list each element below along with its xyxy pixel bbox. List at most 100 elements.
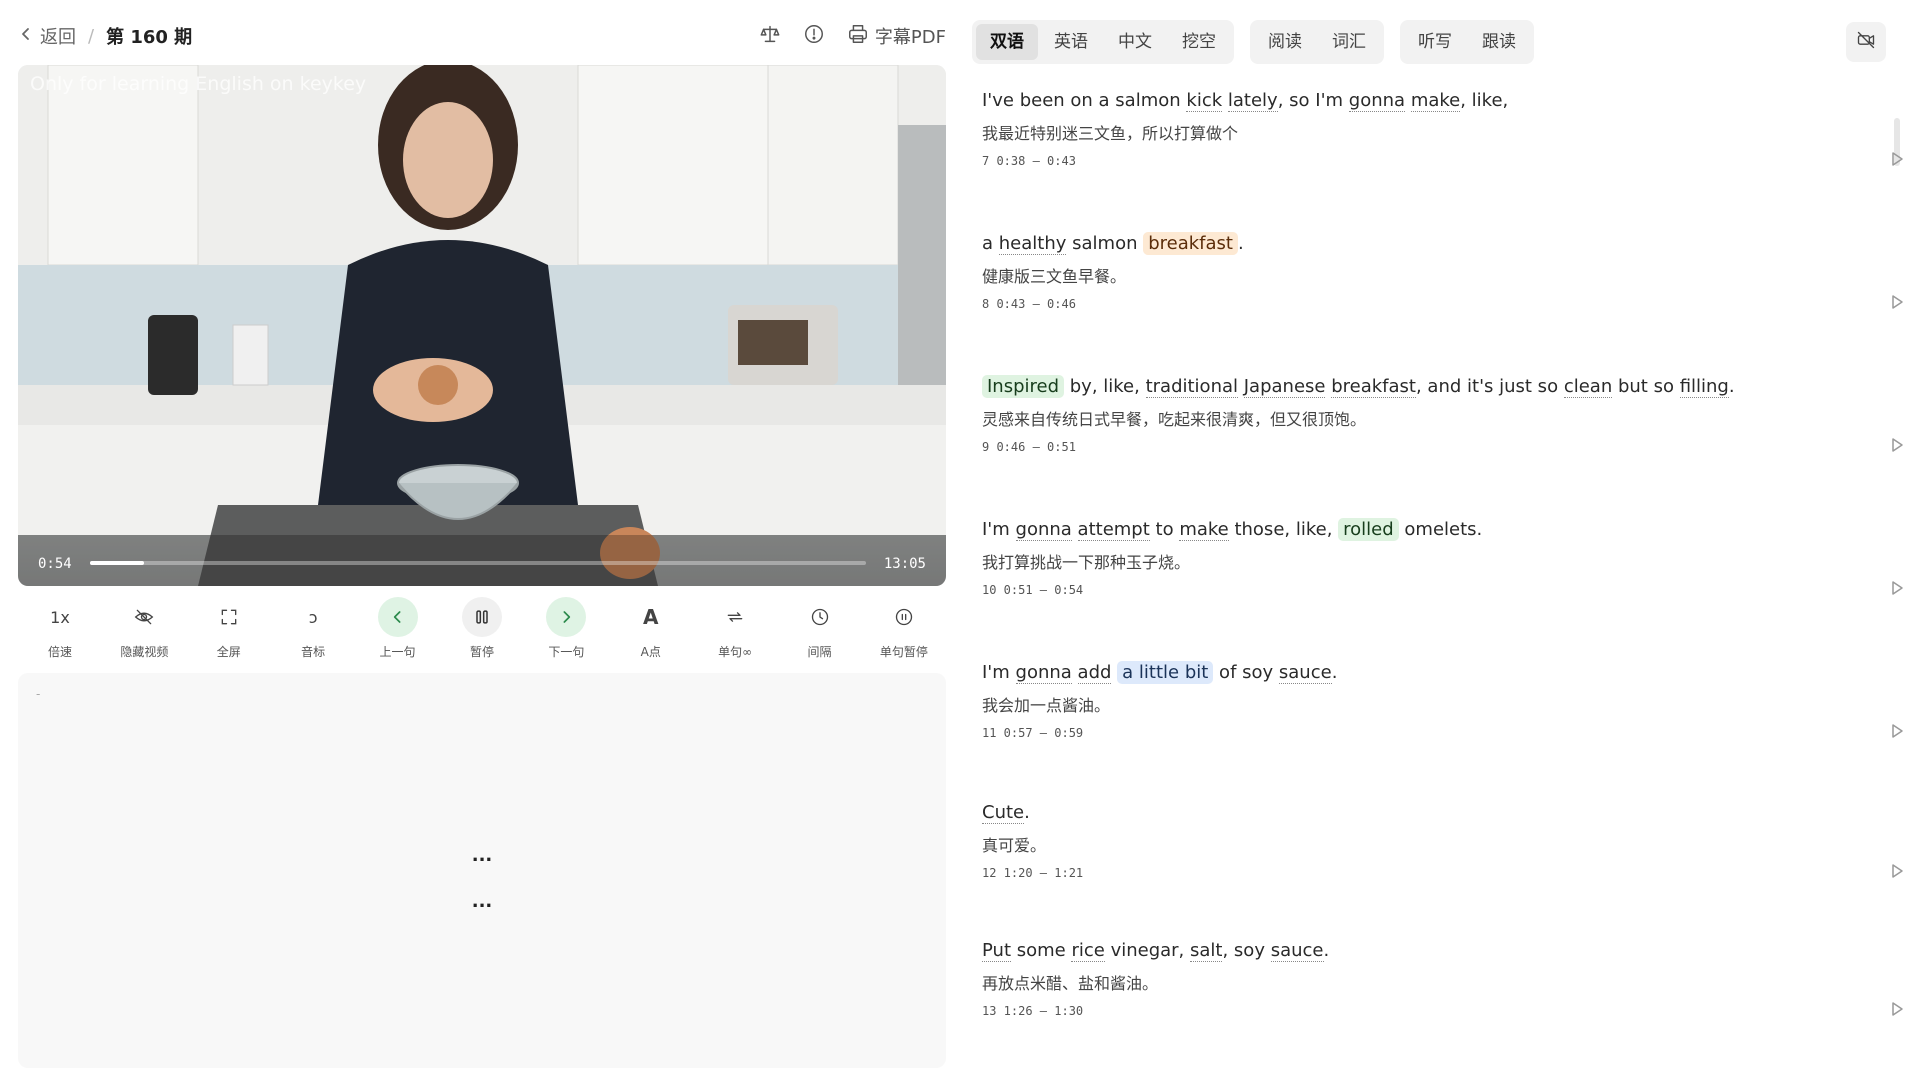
subtitle-chinese: 再放点米醋、盐和酱油。 bbox=[982, 974, 1159, 993]
subtitle-text bbox=[1072, 519, 1078, 540]
subtitle-text: vinegar, bbox=[1104, 940, 1191, 961]
next-sentence-button[interactable]: 下一句 bbox=[524, 597, 608, 663]
subtitle-text: a bbox=[982, 233, 999, 254]
tab-dictation[interactable]: 听写 bbox=[1404, 24, 1466, 60]
subtitle-item[interactable]: Inspired by, like, traditional Japanese … bbox=[982, 374, 1903, 514]
play-icon[interactable] bbox=[1888, 722, 1908, 742]
tab-vocabulary[interactable]: 词汇 bbox=[1318, 24, 1380, 60]
tab-chinese[interactable]: 中文 bbox=[1104, 24, 1166, 60]
play-icon[interactable] bbox=[1888, 579, 1908, 599]
vocab-word[interactable]: rice bbox=[1071, 940, 1105, 962]
back-label: 返回 bbox=[40, 27, 76, 48]
vocab-word[interactable]: Japanese bbox=[1243, 376, 1326, 398]
balance-icon[interactable] bbox=[759, 23, 781, 49]
vocab-word[interactable]: Cute bbox=[982, 802, 1025, 824]
chevron-left-icon bbox=[377, 597, 418, 637]
vocab-word[interactable]: lately bbox=[1227, 90, 1278, 112]
sentence-pause-button[interactable]: 单句暂停 bbox=[862, 597, 946, 663]
notes-ellipsis: ... bbox=[471, 891, 493, 912]
subtitle-chinese: 灵感来自传统日式早餐，吃起来很清爽，但又很顶饱。 bbox=[982, 410, 1367, 429]
subtitle-item[interactable]: I've been on a salmon kick lately, so I'… bbox=[982, 88, 1903, 228]
vocab-word[interactable]: add bbox=[1077, 662, 1112, 684]
vocab-word[interactable]: gonna bbox=[1015, 662, 1072, 684]
highlighted-phrase[interactable]: rolled bbox=[1338, 518, 1399, 541]
subtitle-text bbox=[1238, 376, 1244, 397]
chevron-left-icon bbox=[18, 26, 34, 47]
subtitle-text: of soy bbox=[1213, 662, 1279, 683]
tab-english[interactable]: 英语 bbox=[1040, 24, 1102, 60]
previous-sentence-button[interactable]: 上一句 bbox=[356, 597, 440, 663]
highlighted-phrase[interactable]: Inspired bbox=[982, 375, 1065, 398]
subtitle-item[interactable]: a healthy salmon breakfast. 健康版三文鱼早餐。 8 0:… bbox=[982, 231, 1903, 371]
subtitle-item[interactable]: I'm gonna add a little bit of soy sauce.… bbox=[982, 660, 1903, 800]
hide-video-button[interactable]: 隐藏视频 bbox=[102, 597, 186, 663]
vocab-word[interactable]: sauce bbox=[1270, 940, 1324, 962]
vocab-word[interactable]: Put bbox=[982, 940, 1012, 962]
subtitle-text: salmon bbox=[1066, 233, 1144, 254]
subtitle-text bbox=[1222, 90, 1228, 111]
vocab-word[interactable]: clean bbox=[1563, 376, 1613, 398]
play-icon[interactable] bbox=[1888, 1000, 1908, 1020]
tab-shadowing[interactable]: 跟读 bbox=[1468, 24, 1530, 60]
subtitle-item[interactable]: I'm gonna attempt to make those, like, r… bbox=[982, 517, 1903, 657]
printer-icon bbox=[847, 23, 869, 50]
vocab-word[interactable]: kick bbox=[1186, 90, 1223, 112]
vocab-word[interactable]: gonna bbox=[1348, 90, 1406, 112]
subtitle-text: those, like, bbox=[1228, 519, 1339, 540]
vocab-word[interactable]: healthy bbox=[998, 233, 1067, 255]
subtitle-item[interactable]: Put some rice vinegar, salt, soy sauce. 再… bbox=[982, 938, 1903, 1078]
phonetic-button[interactable]: ɔ 音标 bbox=[271, 597, 355, 663]
video-watermark: Only for learning English on keykey bbox=[30, 73, 367, 95]
playback-controls: 1x 倍速 隐藏视频 全屏 ɔ 音标 上一句 暂停 下一句 A A点 单句∞ 间… bbox=[18, 597, 946, 663]
speed-button[interactable]: 1x 倍速 bbox=[18, 597, 102, 663]
subtitle-text: I've been on a salmon bbox=[982, 90, 1187, 111]
vocab-word[interactable]: sauce bbox=[1278, 662, 1332, 684]
vocab-word[interactable]: make bbox=[1410, 90, 1461, 112]
fullscreen-button[interactable]: 全屏 bbox=[187, 597, 271, 663]
back-button[interactable]: 返回 bbox=[18, 23, 76, 49]
play-icon[interactable] bbox=[1888, 293, 1908, 313]
highlighted-phrase[interactable]: breakfast bbox=[1143, 232, 1238, 255]
subtitle-text bbox=[1405, 90, 1411, 111]
info-icon[interactable] bbox=[803, 23, 825, 49]
episode-title: 第 160 期 bbox=[106, 27, 193, 48]
subtitle-text: some bbox=[1011, 940, 1072, 961]
sentence-loop-button[interactable]: 单句∞ bbox=[693, 597, 777, 663]
vocab-word[interactable]: breakfast bbox=[1331, 376, 1416, 398]
video-player[interactable]: Only for learning English on keykey 0:54… bbox=[18, 65, 946, 586]
tab-bilingual[interactable]: 双语 bbox=[976, 24, 1038, 60]
previous-sentence-label: 上一句 bbox=[379, 645, 416, 659]
fullscreen-label: 全屏 bbox=[216, 645, 241, 659]
sentence-loop-label: 单句∞ bbox=[718, 645, 753, 659]
subtitle-item[interactable]: Cute. 真可爱。 12 1:20 – 1:21 bbox=[982, 800, 1903, 940]
play-icon[interactable] bbox=[1888, 150, 1908, 170]
interval-button[interactable]: 间隔 bbox=[778, 597, 862, 663]
vocab-word[interactable]: attempt bbox=[1077, 519, 1150, 541]
highlighted-phrase[interactable]: a little bit bbox=[1117, 661, 1214, 684]
subtitle-text: , so I'm bbox=[1277, 90, 1349, 111]
subtitle-text: . bbox=[1024, 802, 1030, 823]
notes-ellipsis: ... bbox=[471, 845, 493, 866]
subtitle-pdf-button[interactable]: 字幕PDF bbox=[847, 23, 946, 50]
language-tab-group: 双语 英语 中文 挖空 bbox=[972, 20, 1234, 64]
a-point-button[interactable]: A A点 bbox=[609, 597, 693, 663]
play-icon[interactable] bbox=[1888, 862, 1908, 882]
tab-cloze[interactable]: 挖空 bbox=[1168, 24, 1230, 60]
pause-button[interactable]: 暂停 bbox=[440, 597, 524, 663]
vocab-word[interactable]: filling bbox=[1679, 376, 1729, 398]
subtitle-english: I've been on a salmon kick lately, so I'… bbox=[982, 88, 1508, 114]
breadcrumb-separator: / bbox=[88, 25, 95, 47]
tab-reading[interactable]: 阅读 bbox=[1254, 24, 1316, 60]
subtitle-timestamp: 8 0:43 – 0:46 bbox=[982, 297, 1076, 311]
vocab-word[interactable]: salt bbox=[1190, 940, 1223, 962]
subtitle-english: Cute. bbox=[982, 800, 1030, 826]
vocab-word[interactable]: traditional bbox=[1145, 376, 1239, 398]
vocab-word[interactable]: gonna bbox=[1015, 519, 1072, 541]
camera-off-button[interactable] bbox=[1846, 22, 1886, 62]
repeat-icon bbox=[715, 597, 755, 637]
progress-bar[interactable] bbox=[90, 561, 866, 565]
vocab-word[interactable]: make bbox=[1179, 519, 1229, 541]
play-icon[interactable] bbox=[1888, 436, 1908, 456]
subtitle-text: . bbox=[1331, 662, 1338, 683]
subtitle-text bbox=[1072, 662, 1078, 683]
